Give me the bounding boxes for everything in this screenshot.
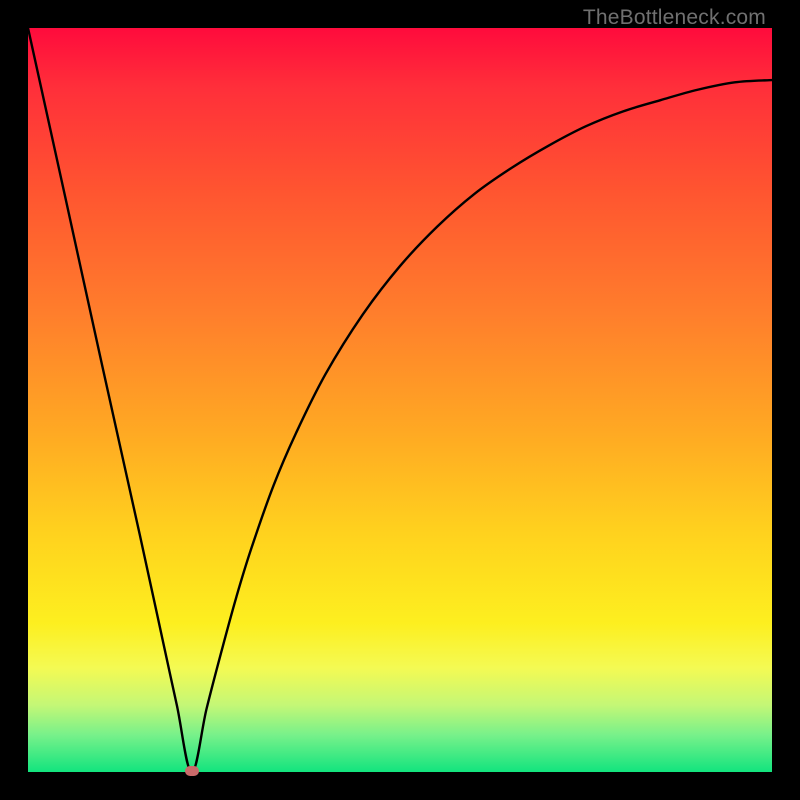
bottleneck-curve [28,28,772,772]
watermark-text: TheBottleneck.com [583,6,766,30]
chart-container: TheBottleneck.com [0,0,800,800]
plot-area [28,28,772,772]
minimum-marker [185,766,199,776]
